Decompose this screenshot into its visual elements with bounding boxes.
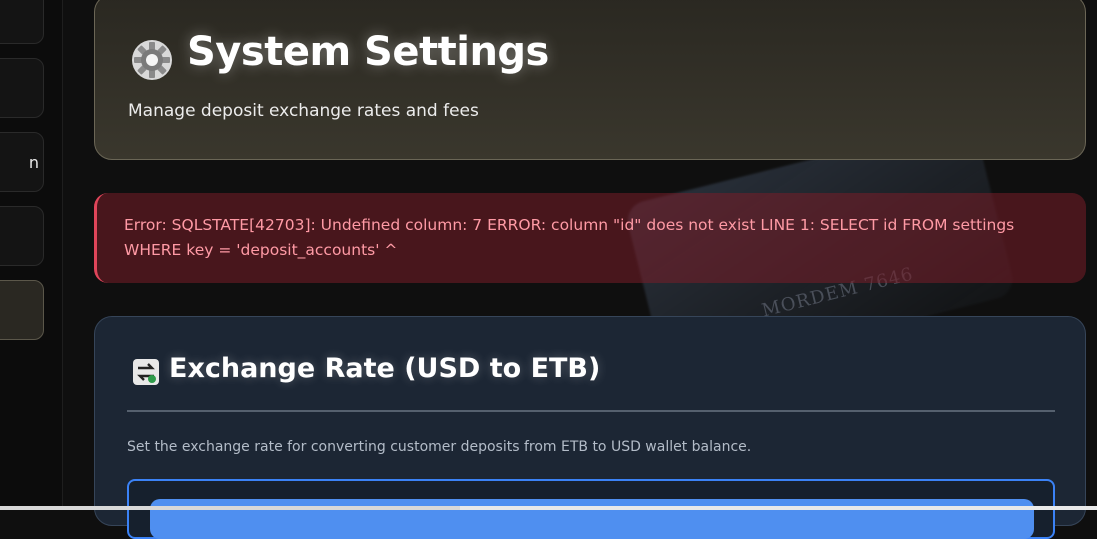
settings-header-card: System Settings Manage deposit exchange … [94,0,1086,160]
page-subtitle: Manage deposit exchange rates and fees [128,101,479,121]
exchange-arrows-icon [133,359,159,385]
sidebar: n [0,0,63,510]
horizontal-scrollbar-track[interactable] [460,506,1097,510]
page-title: System Settings [187,29,549,75]
exchange-rate-input[interactable] [150,499,1034,539]
exchange-rate-description: Set the exchange rate for converting cus… [127,439,752,455]
sidebar-item-5-active[interactable] [0,280,44,340]
sidebar-item-4[interactable] [0,206,44,266]
error-message: Error: SQLSTATE[42703]: Undefined column… [124,216,1015,259]
exchange-rate-card: Exchange Rate (USD to ETB) Set the excha… [94,316,1086,539]
error-alert: Error: SQLSTATE[42703]: Undefined column… [94,193,1086,283]
divider [127,410,1055,412]
sidebar-item-3[interactable]: n [0,132,44,192]
sidebar-item-1[interactable] [0,0,44,44]
sidebar-item-2[interactable] [0,58,44,118]
sidebar-item-label: n [28,153,39,172]
horizontal-scrollbar-thumb[interactable] [0,506,460,510]
gear-icon [132,40,172,80]
exchange-rate-title: Exchange Rate (USD to ETB) [169,353,601,384]
